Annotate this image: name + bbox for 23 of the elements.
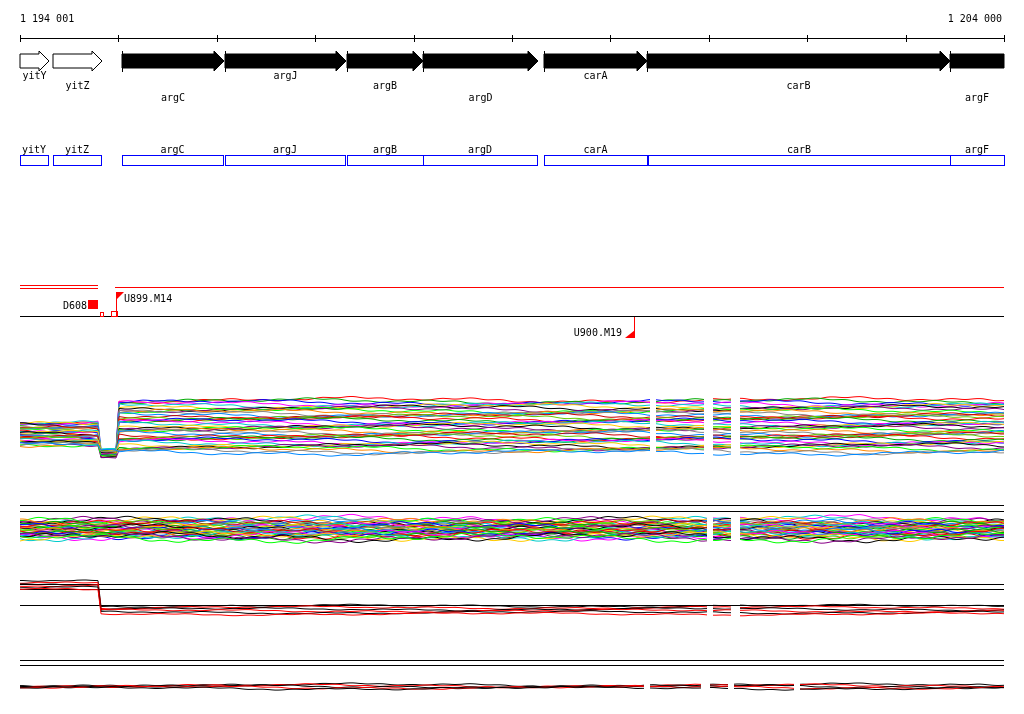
gene-label: carA — [583, 144, 608, 155]
gene-label: argF — [964, 92, 990, 103]
gene-label: carA — [583, 70, 608, 81]
gene-label: yitZ — [65, 80, 90, 91]
gene-label: argD — [467, 144, 493, 155]
gene-label: argB — [372, 80, 398, 91]
gene-label: argC — [160, 92, 186, 103]
gene-label: yitY — [21, 144, 47, 155]
gene-label: yitY — [22, 70, 47, 81]
gene-label: yitZ — [64, 144, 90, 155]
gene-label: argC — [160, 144, 185, 155]
gene-label: argJ — [272, 144, 298, 155]
marker-label: U900.M19 — [573, 327, 622, 338]
gene-label: argB — [372, 144, 398, 155]
gene-label: argF — [964, 144, 990, 155]
gene-label: carB — [786, 80, 811, 91]
ruler-start-label: 1 194 001 — [20, 13, 75, 24]
marker-label: U899.M14 — [124, 293, 173, 304]
ruler-end-label: 1 204 000 — [947, 13, 1002, 24]
gene-label: argD — [468, 92, 493, 103]
marker-label: D608 — [62, 300, 87, 311]
gene-label: carB — [786, 144, 812, 155]
gene-label: argJ — [273, 70, 298, 81]
